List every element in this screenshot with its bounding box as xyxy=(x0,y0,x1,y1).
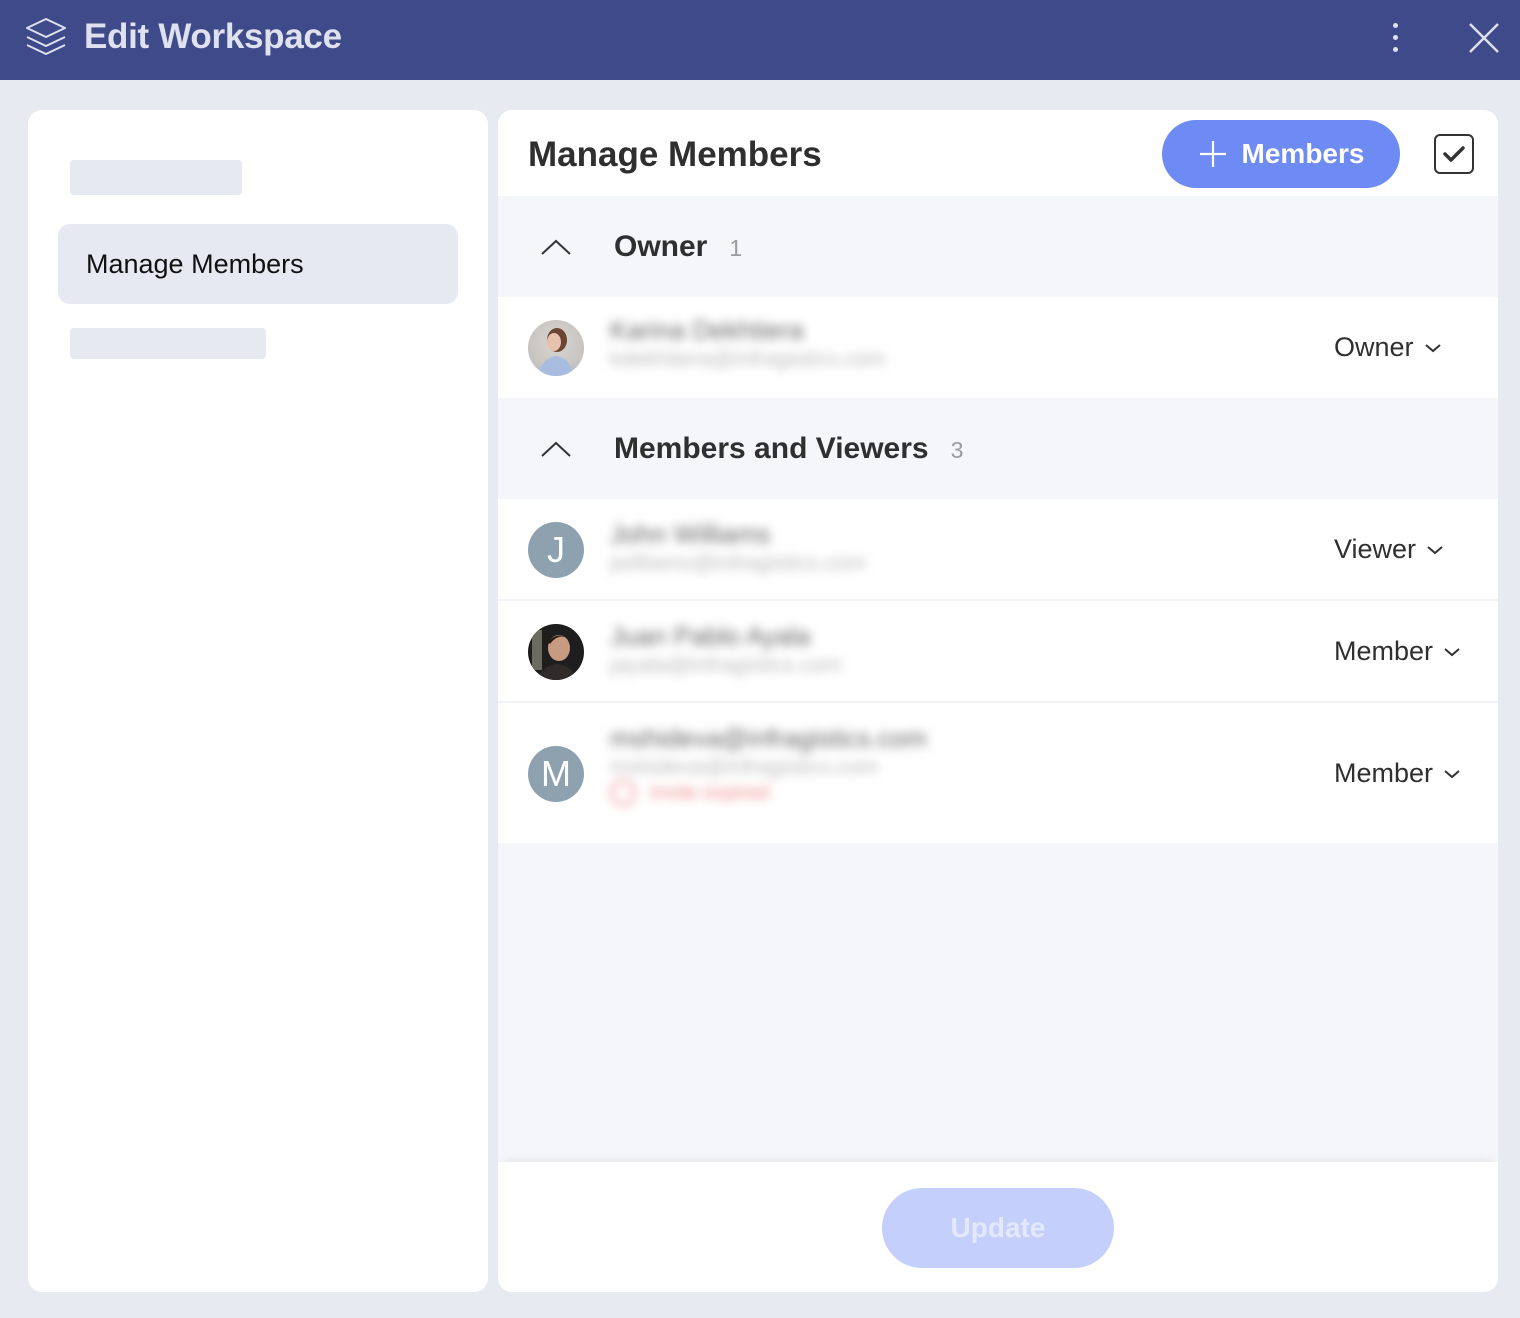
sidebar-item-manage-members[interactable]: Manage Members xyxy=(58,224,458,304)
avatar xyxy=(528,320,584,376)
close-icon[interactable] xyxy=(1462,16,1506,60)
member-name: Karina Dekhtiera xyxy=(610,315,804,345)
role-dropdown[interactable]: Owner xyxy=(1334,332,1442,363)
chevron-up-icon xyxy=(541,441,571,457)
section-title: Owner 1 xyxy=(614,229,743,263)
layers-icon xyxy=(26,18,66,55)
member-name: mshideva@infragistics.com xyxy=(610,723,927,753)
member-email: kdekhtiera@infragistics.com xyxy=(610,346,886,371)
panel-footer: Update xyxy=(498,1162,1498,1292)
manage-members-panel: Manage Members Members Owner 1 Karina De… xyxy=(498,110,1498,1292)
sidebar-placeholder xyxy=(70,160,242,195)
avatar xyxy=(528,624,584,680)
more-vertical-icon xyxy=(1393,23,1398,28)
chevron-down-icon xyxy=(1444,769,1460,778)
update-button[interactable]: Update xyxy=(882,1188,1114,1268)
member-name: Juan Pablo Ayala xyxy=(610,621,811,651)
role-label: Owner xyxy=(1334,332,1414,362)
role-dropdown[interactable]: Member xyxy=(1334,636,1461,667)
add-members-button[interactable]: Members xyxy=(1162,120,1400,188)
avatar: J xyxy=(528,522,584,578)
user-photo xyxy=(538,328,574,376)
role-label: Viewer xyxy=(1334,534,1417,564)
chevron-down-icon xyxy=(1444,647,1460,656)
invite-status: Invite expired xyxy=(610,780,927,806)
member-row: Karina Dekhtiera kdekhtiera@infragistics… xyxy=(498,297,1498,398)
sidebar-item-label: Manage Members xyxy=(86,248,304,279)
role-label: Member xyxy=(1334,758,1434,788)
plus-icon xyxy=(1199,141,1226,167)
member-row: M mshideva@infragistics.com mshideva@inf… xyxy=(498,703,1498,843)
member-email: jayala@infragistics.com xyxy=(610,652,842,677)
role-dropdown[interactable]: Member xyxy=(1334,758,1461,789)
section-header-owner[interactable]: Owner 1 xyxy=(498,196,1498,297)
sidebar-placeholder xyxy=(70,328,266,359)
chevron-down-icon xyxy=(1427,545,1443,554)
member-email: mshideva@infragistics.com xyxy=(610,754,879,779)
chevron-up-icon xyxy=(541,239,571,255)
role-dropdown[interactable]: Viewer xyxy=(1334,534,1444,565)
avatar: M xyxy=(528,746,584,802)
section-count: 1 xyxy=(729,234,743,261)
role-label: Member xyxy=(1334,636,1434,666)
section-header-members-viewers[interactable]: Members and Viewers 3 xyxy=(498,398,1498,499)
member-row: J John Williams jwilliams@infragistics.c… xyxy=(498,499,1498,601)
panel-header: Manage Members Members xyxy=(498,110,1498,196)
select-all-checkbox[interactable] xyxy=(1434,134,1474,174)
window-title: Edit Workspace xyxy=(84,17,342,56)
page-title: Manage Members xyxy=(528,135,822,174)
warning-icon xyxy=(610,780,636,806)
user-photo xyxy=(532,630,578,680)
section-title: Members and Viewers 3 xyxy=(614,431,964,465)
section-count: 3 xyxy=(950,436,964,463)
add-members-label: Members xyxy=(1241,138,1365,169)
member-name: John Williams xyxy=(610,519,771,549)
member-email: jwilliams@infragistics.com xyxy=(610,550,866,575)
window-titlebar: Edit Workspace xyxy=(0,0,1520,80)
sidebar: Manage Members xyxy=(28,110,488,1292)
checkmark-icon xyxy=(1443,146,1465,162)
member-row: Juan Pablo Ayala jayala@infragistics.com… xyxy=(498,601,1498,703)
invite-status-label: Invite expired xyxy=(650,781,769,804)
more-options-button[interactable] xyxy=(1384,18,1408,58)
chevron-down-icon xyxy=(1424,343,1441,352)
